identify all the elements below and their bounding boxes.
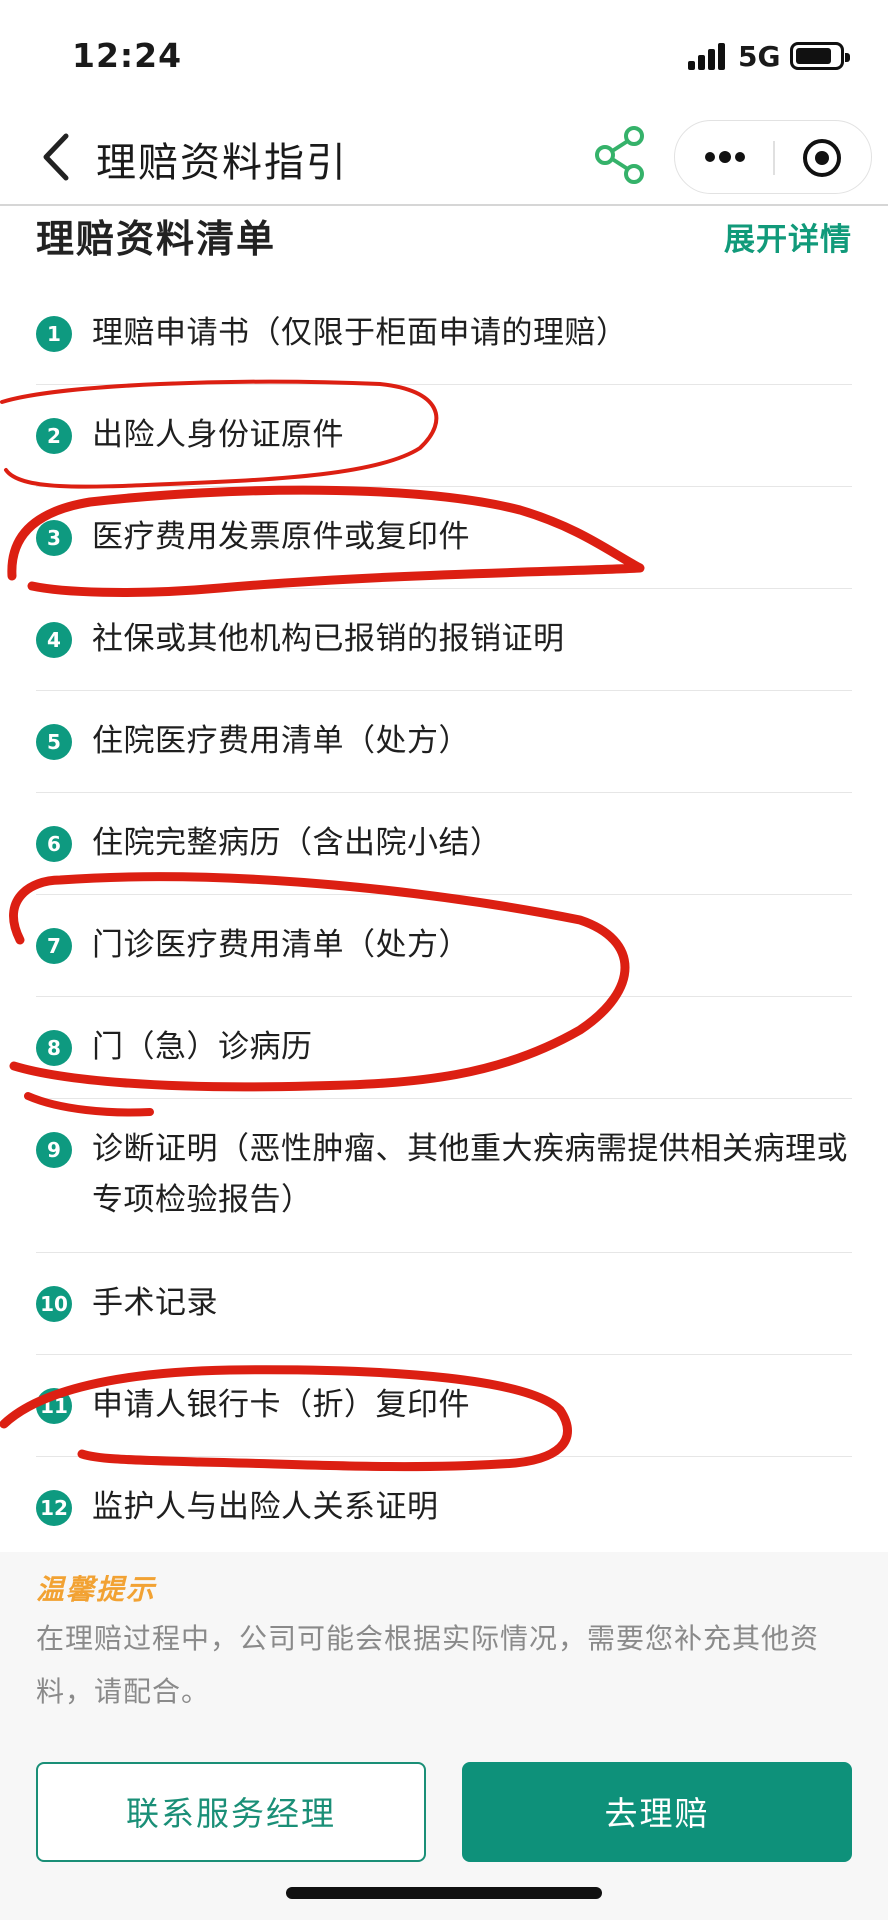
list-item-label: 住院完整病历（含出院小结）: [92, 825, 502, 861]
network-label: 5G: [738, 40, 781, 73]
list-item-label: 理赔申请书（仅限于柜面申请的理赔）: [92, 315, 628, 351]
document-list: 1 理赔申请书（仅限于柜面申请的理赔） 2 出险人身份证原件 3 医疗费用发票原…: [36, 282, 852, 1553]
list-item-label: 住院医疗费用清单（处方）: [92, 723, 470, 759]
nav-bar: 理赔资料指引: [0, 110, 888, 206]
list-item-number: 3: [36, 520, 72, 556]
list-item: 7 门诊医疗费用清单（处方）: [36, 895, 852, 997]
battery-icon: [790, 42, 850, 70]
list-item: 5 住院医疗费用清单（处方）: [36, 691, 852, 793]
list-item: 10 手术记录: [36, 1253, 852, 1355]
mini-program-capsule: [674, 120, 872, 194]
list-item-label: 医疗费用发票原件或复印件: [92, 519, 470, 555]
list-item: 9 诊断证明（恶性肿瘤、其他重大疾病需提供相关病理或专项检验报告）: [36, 1099, 852, 1253]
share-icon[interactable]: [592, 124, 648, 186]
chevron-left-icon[interactable]: [36, 132, 80, 182]
list-item-label: 出险人身份证原件: [92, 417, 344, 453]
list-item: 6 住院完整病历（含出院小结）: [36, 793, 852, 895]
list-item-label: 监护人与出险人关系证明: [92, 1489, 439, 1525]
list-item-label: 门诊医疗费用清单（处方）: [92, 927, 470, 963]
list-item-label: 诊断证明（恶性肿瘤、其他重大疾病需提供相关病理或专项检验报告）: [92, 1131, 848, 1218]
list-item: 3 医疗费用发票原件或复印件: [36, 487, 852, 589]
more-dots-icon[interactable]: [703, 147, 747, 167]
list-item-label: 门（急）诊病历: [92, 1029, 313, 1065]
list-item-label: 社保或其他机构已报销的报销证明: [92, 621, 565, 657]
expand-details-link[interactable]: 展开详情: [724, 214, 852, 259]
list-item: 11 申请人银行卡（折）复印件: [36, 1355, 852, 1457]
page-title: 理赔资料指引: [96, 140, 348, 186]
list-item-number: 10: [36, 1286, 72, 1322]
list-item-number: 4: [36, 622, 72, 658]
list-item-number: 2: [36, 418, 72, 454]
contact-manager-button[interactable]: 联系服务经理: [36, 1762, 426, 1862]
list-item: 8 门（急）诊病历: [36, 997, 852, 1099]
list-item-label: 手术记录: [92, 1285, 218, 1321]
section-title: 理赔资料清单: [36, 217, 277, 261]
list-item: 12 监护人与出险人关系证明: [36, 1457, 852, 1553]
list-item-number: 8: [36, 1030, 72, 1066]
list-item-number: 12: [36, 1490, 72, 1526]
start-claim-button[interactable]: 去理赔: [462, 1762, 852, 1862]
tip-box: 温馨提示 在理赔过程中，公司可能会根据实际情况，需要您补充其他资料，请配合。: [0, 1552, 888, 1920]
home-indicator: [286, 1887, 602, 1899]
list-item-number: 7: [36, 928, 72, 964]
list-item: 1 理赔申请书（仅限于柜面申请的理赔）: [36, 282, 852, 385]
list-item-number: 1: [36, 316, 72, 352]
status-time: 12:24: [72, 36, 183, 75]
list-item-number: 11: [36, 1388, 72, 1424]
list-item-number: 9: [36, 1132, 72, 1168]
target-circle-icon[interactable]: [801, 137, 843, 179]
status-bar: 12:24 5G: [0, 0, 888, 110]
list-item-number: 6: [36, 826, 72, 862]
tip-title: 温馨提示: [36, 1573, 157, 1606]
list-item: 2 出险人身份证原件: [36, 385, 852, 487]
list-item-number: 5: [36, 724, 72, 760]
tip-text: 在理赔过程中，公司可能会根据实际情况，需要您补充其他资料，请配合。: [36, 1622, 820, 1708]
list-item: 4 社保或其他机构已报销的报销证明: [36, 589, 852, 691]
signal-bars-icon: [688, 42, 728, 70]
list-item-label: 申请人银行卡（折）复印件: [92, 1387, 470, 1423]
